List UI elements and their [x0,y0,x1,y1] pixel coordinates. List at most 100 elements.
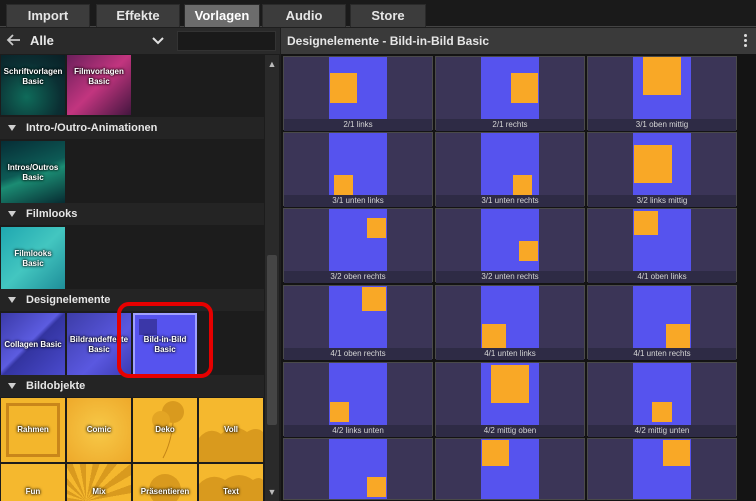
preview [481,57,539,119]
tile-label: Fun [25,487,41,496]
preview [481,133,539,195]
item-label: 4/2 mittig unten [588,425,736,437]
grid-item[interactable]: 4/1 oben links [587,208,737,283]
inset-box [491,365,529,403]
preview [329,57,387,119]
scrollbar-thumb[interactable] [267,255,277,425]
preview [329,363,387,425]
inset-box [634,145,672,183]
tile-voll[interactable]: Voll [199,398,263,462]
scroll-up-icon[interactable]: ▲ [265,57,279,71]
inset-box [634,211,658,235]
item-label: 3/1 unten rechts [436,195,584,207]
inset-box [519,241,538,261]
inset-box [334,175,353,195]
section-intro-outro[interactable]: Intro-/Outro-Animationen [0,117,264,139]
inset-box [643,57,681,95]
tile-rahmen[interactable]: Rahmen [1,398,65,462]
tile-text[interactable]: Text [199,464,263,501]
item-label: 3/2 oben rechts [284,271,432,283]
inset-box [482,440,509,466]
item-label: 3/1 unten links [284,195,432,207]
tab-import[interactable]: Import [6,4,90,27]
tile-label: Präsentieren [140,487,190,496]
tile-filmlooks[interactable]: Filmlooks Basic [1,227,65,291]
tile-intros-outros[interactable]: Intros/Outros Basic [1,141,65,205]
preview [481,363,539,425]
left-scrollbar[interactable]: ▲ ▼ [265,55,279,501]
tile-label: Text [223,487,239,496]
inset-box [652,402,672,422]
tab-effekte[interactable]: Effekte [96,4,180,27]
preview [329,209,387,271]
tile-praesentieren[interactable]: Präsentieren [133,464,197,501]
preview [633,57,691,119]
preview [633,209,691,271]
grid-item[interactable]: 3/1 unten rechts [435,132,585,207]
tile-deko[interactable]: Deko [133,398,197,462]
preview [633,363,691,425]
inset-box [362,287,386,311]
inset-box [482,324,506,348]
tile-label: Filmvorlagen Basic [74,67,124,86]
tile-filmvorlagen[interactable]: Filmvorlagen Basic [67,55,131,115]
grid-item[interactable]: 3/1 oben mittig [587,56,737,131]
inset-box [666,324,690,348]
category-list: Schriftvorlagen Basic Filmvorlagen Basic… [0,55,264,501]
item-label: 4/2 links unten [284,425,432,437]
inset-box [367,477,386,497]
preview [633,133,691,195]
tile-comic[interactable]: Comic [67,398,131,462]
preview [329,286,387,348]
grid-item[interactable]: 2/1 links [283,56,433,131]
item-label: 4/1 unten links [436,348,584,360]
tile-fun[interactable]: Fun [1,464,65,501]
grid-item[interactable] [435,438,585,500]
preview [329,439,387,499]
chevron-down-icon[interactable] [151,34,165,48]
grid-item[interactable]: 4/2 links unten [283,362,433,437]
tile-label: Voll [223,425,239,434]
collapse-triangle-icon [8,383,16,389]
inset-box [367,218,386,238]
grid-item[interactable]: 4/2 mittig oben [435,362,585,437]
tile-collagen[interactable]: Collagen Basic [1,313,65,377]
tile-schriftvorlagen[interactable]: Schriftvorlagen Basic [1,55,65,115]
grid-item[interactable] [283,438,433,500]
category-filter-label[interactable]: Alle [30,33,54,48]
inset-box [330,402,349,422]
section-filmlooks[interactable]: Filmlooks [0,203,264,225]
more-options-icon[interactable] [742,33,748,49]
scroll-down-icon[interactable]: ▼ [265,485,279,499]
search-input[interactable] [177,31,276,51]
grid-item[interactable]: 3/1 unten links [283,132,433,207]
item-label: 2/1 rechts [436,119,584,131]
template-grid-panel: Designelemente - Bild-in-Bild Basic 2/1 … [281,28,756,501]
tile-label: Mix [92,487,106,496]
item-label: 4/2 mittig oben [436,425,584,437]
tab-store[interactable]: Store [350,4,426,27]
inset-box [663,440,690,466]
tile-label: Collagen Basic [4,340,62,349]
grid-item[interactable] [587,438,737,500]
grid-item[interactable]: 3/2 oben rechts [283,208,433,283]
tile-mix[interactable]: Mix [67,464,131,501]
preview [633,286,691,348]
inset-box [511,73,538,103]
back-arrow-icon[interactable] [6,32,22,48]
grid-item[interactable]: 4/1 oben rechts [283,285,433,360]
filter-bar: Alle [0,28,280,54]
panel-title: Designelemente - Bild-in-Bild Basic [287,34,490,48]
grid-item[interactable]: 2/1 rechts [435,56,585,131]
tile-label: Deko [155,425,175,434]
inset-box [513,175,532,195]
preview [329,133,387,195]
grid-item[interactable]: 3/2 unten rechts [435,208,585,283]
grid-item[interactable]: 4/1 unten links [435,285,585,360]
grid-item[interactable]: 3/2 links mittig [587,132,737,207]
tab-audio[interactable]: Audio [262,4,346,27]
grid-item[interactable]: 4/2 mittig unten [587,362,737,437]
tab-vorlagen[interactable]: Vorlagen [184,4,260,27]
section-bildobjekte[interactable]: Bildobjekte [0,375,264,397]
grid-item[interactable]: 4/1 unten rechts [587,285,737,360]
